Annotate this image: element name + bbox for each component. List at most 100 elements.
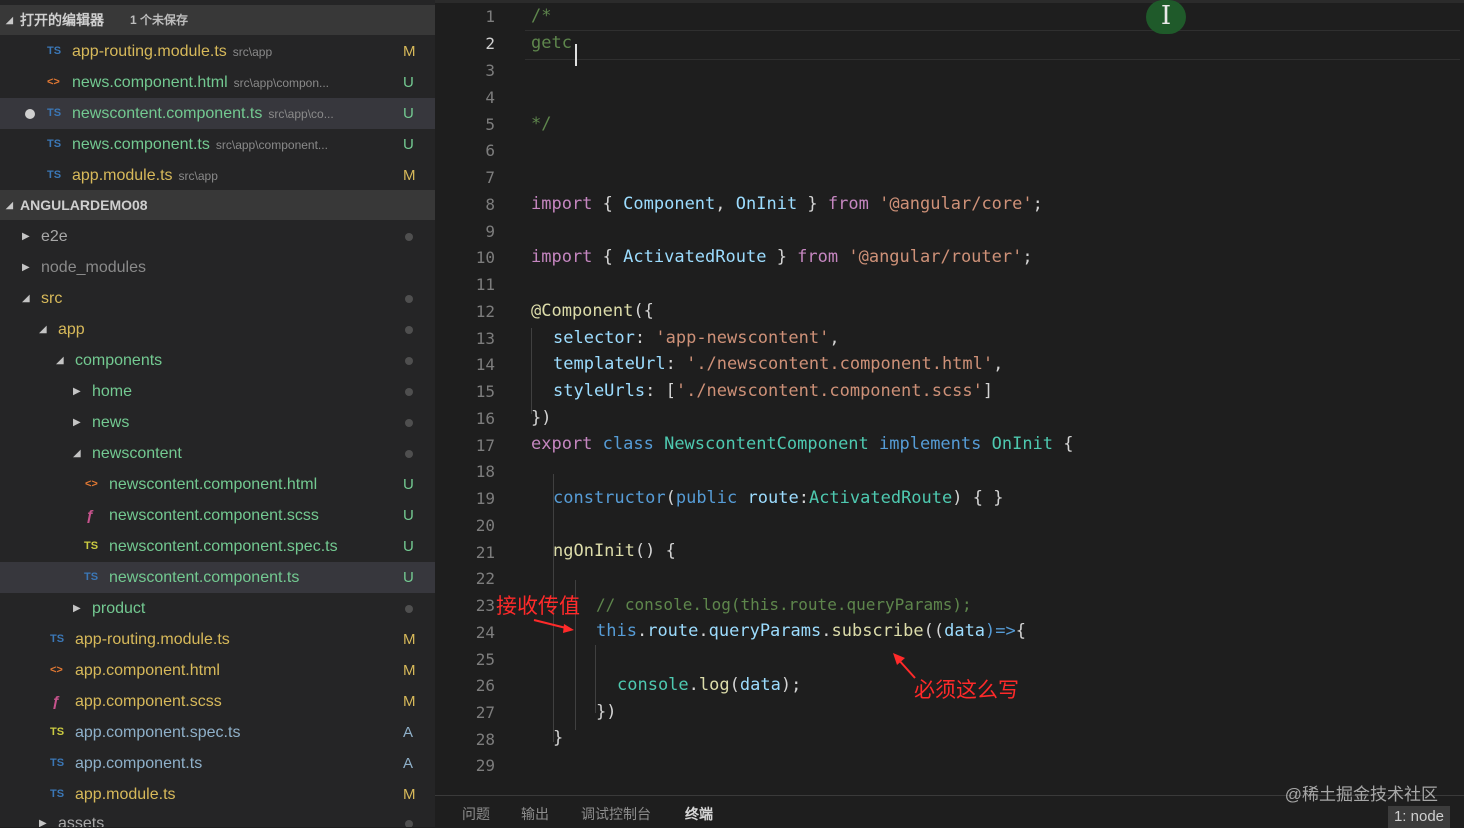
line-number: 8 [485, 195, 495, 214]
git-status: U [403, 105, 414, 122]
line-number: 6 [485, 141, 495, 160]
line-number: 9 [485, 222, 495, 241]
tree-file[interactable]: TS newscontent.component.spec.ts U [0, 531, 435, 562]
line-number: 21 [475, 543, 495, 562]
modified-dot-icon [405, 326, 413, 334]
tree-file[interactable]: TS app-routing.module.ts M [0, 624, 435, 655]
project-header[interactable]: ◢ ANGULARDEMO08 [0, 190, 435, 220]
tree-file[interactable]: TS app.component.ts A [0, 748, 435, 779]
chevron-right-icon: ▶ [22, 231, 30, 242]
chevron-right-icon: ▶ [22, 262, 30, 273]
tree-folder[interactable]: ◢ src [0, 283, 435, 314]
git-status: M [403, 167, 416, 184]
line-number: 15 [475, 382, 495, 401]
code-line-28: } [553, 728, 564, 748]
code-line-16: }) [531, 408, 552, 428]
chevron-down-icon: ◢ [22, 293, 30, 304]
chevron-right-icon: ▶ [73, 386, 81, 397]
modified-dot-icon [405, 295, 413, 303]
tree-file-selected[interactable]: TS newscontent.component.ts U [0, 562, 435, 593]
git-status: M [403, 786, 416, 803]
code-editor[interactable]: I 1 2 3 4 5 6 7 8 9 10 11 12 13 14 15 16… [435, 0, 1464, 795]
file-path: src\app\component... [215, 138, 328, 152]
line-number: 1 [485, 7, 495, 26]
scss-icon: ƒ [86, 507, 95, 524]
code-line-21: ngOnInit() { [553, 541, 676, 561]
tree-folder[interactable]: ◢ components [0, 345, 435, 376]
tab-problems[interactable]: 问题 [462, 804, 490, 824]
tree-file[interactable]: ƒ newscontent.component.scss U [0, 500, 435, 531]
git-status: U [403, 569, 414, 586]
typescript-spec-icon: TS [84, 540, 99, 552]
file-path: src\app\co... [268, 107, 334, 121]
typescript-icon: TS [47, 138, 62, 150]
code-line-19: constructor(public route:ActivatedRoute)… [553, 488, 1004, 508]
typescript-icon: TS [50, 633, 65, 645]
chevron-down-icon: ◢ [6, 15, 13, 25]
chevron-down-icon: ◢ [39, 324, 47, 335]
chevron-down-icon: ◢ [56, 355, 64, 366]
tree-folder[interactable]: ▶ product [0, 593, 435, 624]
html-icon: <> [50, 664, 63, 676]
tree-file[interactable]: <> newscontent.component.html U [0, 469, 435, 500]
modified-dot-icon [405, 450, 413, 458]
chevron-right-icon: ▶ [39, 818, 47, 827]
tree-folder[interactable]: ◢ newscontent [0, 438, 435, 469]
file-name: news.component.html [72, 74, 228, 91]
git-status: U [403, 74, 414, 91]
typescript-icon: TS [47, 169, 62, 181]
modified-dot-icon [405, 388, 413, 396]
file-name: newscontent.component.ts [72, 105, 263, 122]
tree-file[interactable]: TS app.component.spec.ts A [0, 717, 435, 748]
open-editor-item-active[interactable]: TS newscontent.component.ts src\app\co...… [0, 98, 435, 129]
line-number: 29 [475, 756, 495, 775]
line-number: 12 [475, 302, 495, 321]
tree-folder[interactable]: ◢ app [0, 314, 435, 345]
chevron-down-icon: ◢ [6, 200, 13, 210]
tree-file[interactable]: ƒ app.component.scss M [0, 686, 435, 717]
open-editor-item[interactable]: <> news.component.html src\app\compon... … [0, 67, 435, 98]
tree-file[interactable]: <> app.component.html M [0, 655, 435, 686]
file-name: news.component.ts [72, 136, 210, 153]
terminal-select[interactable]: 1: node [1387, 806, 1450, 828]
tree-folder[interactable]: ▶ node_modules [0, 252, 435, 283]
tab-terminal[interactable]: 终端 [685, 804, 713, 824]
line-number: 23 [475, 596, 495, 615]
line-number: 16 [475, 409, 495, 428]
tree-folder[interactable]: ▶ news [0, 407, 435, 438]
open-editor-item[interactable]: TS app.module.ts src\app M [0, 160, 435, 191]
code-line-24: this.route.queryParams.subscribe((data)=… [596, 621, 1027, 641]
line-number: 24 [475, 623, 495, 642]
code-line-5: */ [531, 114, 552, 134]
tree-file[interactable]: TS app.module.ts M [0, 779, 435, 810]
git-status: M [403, 662, 416, 679]
tree-folder[interactable]: ▶ home [0, 376, 435, 407]
code-line-23: // console.log(this.route.queryParams); [596, 595, 972, 614]
tab-output[interactable]: 输出 [521, 804, 549, 824]
line-number: 2 [485, 34, 495, 53]
chevron-right-icon: ▶ [73, 417, 81, 428]
line-number: 3 [485, 61, 495, 80]
line-number: 22 [475, 569, 495, 588]
file-path: src\app [178, 169, 218, 183]
tab-debug-console[interactable]: 调试控制台 [581, 804, 651, 824]
file-name: app-routing.module.ts [72, 43, 227, 60]
git-status: M [403, 43, 416, 60]
open-editor-item[interactable]: TS news.component.ts src\app\component...… [0, 129, 435, 160]
line-number: 26 [475, 676, 495, 695]
scss-icon: ƒ [52, 693, 61, 710]
annotation-must-write: 必须这么写 [914, 678, 1019, 702]
git-status: M [403, 693, 416, 710]
open-editor-item[interactable]: TS app-routing.module.ts src\app M [0, 36, 435, 67]
git-status: U [403, 507, 414, 524]
typescript-icon: TS [47, 45, 62, 57]
file-path: src\app [232, 45, 273, 59]
chevron-down-icon: ◢ [73, 448, 81, 459]
tree-folder[interactable]: ▶ assets [0, 808, 435, 827]
code-line-15: styleUrls: ['./newscontent.component.scs… [553, 381, 994, 401]
tree-folder[interactable]: ▶ e2e [0, 221, 435, 252]
open-editors-header[interactable]: ◢ 打开的编辑器 1 个未保存 [0, 5, 435, 35]
watermark: @稀土掘金技术社区 [1284, 785, 1438, 804]
line-number: 11 [475, 275, 495, 294]
typescript-icon: TS [47, 107, 62, 119]
